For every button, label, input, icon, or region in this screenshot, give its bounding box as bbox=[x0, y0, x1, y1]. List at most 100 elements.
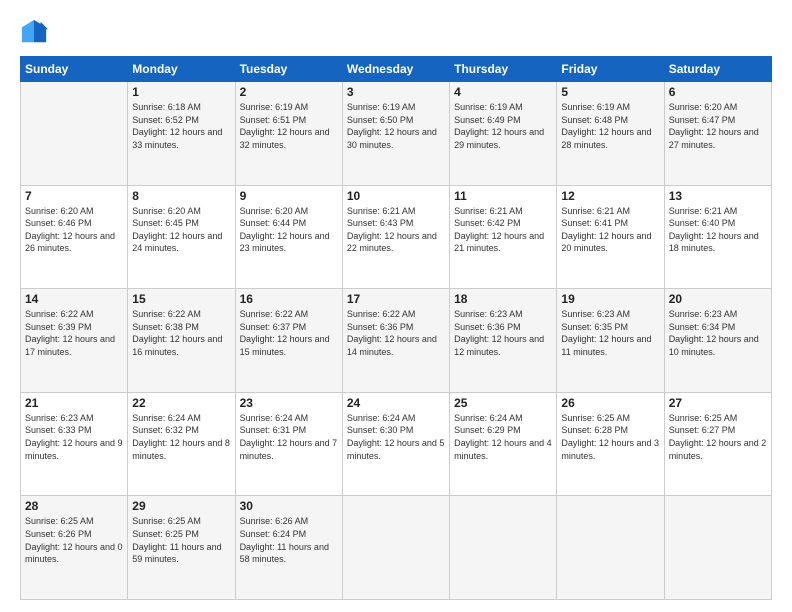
header bbox=[20, 18, 772, 46]
day-info: Sunrise: 6:21 AMSunset: 6:43 PMDaylight:… bbox=[347, 205, 445, 255]
day-number: 29 bbox=[132, 499, 230, 513]
day-number: 13 bbox=[669, 189, 767, 203]
day-number: 6 bbox=[669, 85, 767, 99]
day-number: 15 bbox=[132, 292, 230, 306]
weekday-header-sunday: Sunday bbox=[21, 57, 128, 82]
calendar-cell bbox=[450, 496, 557, 600]
day-number: 19 bbox=[561, 292, 659, 306]
calendar-cell: 17 Sunrise: 6:22 AMSunset: 6:36 PMDayligh… bbox=[342, 289, 449, 393]
day-number: 18 bbox=[454, 292, 552, 306]
day-info: Sunrise: 6:22 AMSunset: 6:39 PMDaylight:… bbox=[25, 308, 123, 358]
day-number: 1 bbox=[132, 85, 230, 99]
day-info: Sunrise: 6:21 AMSunset: 6:41 PMDaylight:… bbox=[561, 205, 659, 255]
day-info: Sunrise: 6:22 AMSunset: 6:38 PMDaylight:… bbox=[132, 308, 230, 358]
calendar-cell bbox=[342, 496, 449, 600]
calendar-cell: 28Sunrise: 6:25 AMSunset: 6:26 PMDayligh… bbox=[21, 496, 128, 600]
calendar-week-2: 7 Sunrise: 6:20 AMSunset: 6:46 PMDaylight… bbox=[21, 185, 772, 289]
calendar-cell: 29 Sunrise: 6:25 AMSunset: 6:25 PMDayligh… bbox=[128, 496, 235, 600]
day-info: Sunrise: 6:25 AMSunset: 6:28 PMDaylight:… bbox=[561, 412, 659, 462]
calendar-cell: 10 Sunrise: 6:21 AMSunset: 6:43 PMDayligh… bbox=[342, 185, 449, 289]
day-number: 26 bbox=[561, 396, 659, 410]
day-info: Sunrise: 6:25 AMSunset: 6:25 PMDaylight:… bbox=[132, 515, 230, 565]
day-number: 5 bbox=[561, 85, 659, 99]
calendar-week-5: 28Sunrise: 6:25 AMSunset: 6:26 PMDayligh… bbox=[21, 496, 772, 600]
day-number: 24 bbox=[347, 396, 445, 410]
calendar-cell: 7 Sunrise: 6:20 AMSunset: 6:46 PMDaylight… bbox=[21, 185, 128, 289]
day-info: Sunrise: 6:22 AMSunset: 6:37 PMDaylight:… bbox=[240, 308, 338, 358]
day-number: 8 bbox=[132, 189, 230, 203]
weekday-header-monday: Monday bbox=[128, 57, 235, 82]
calendar-cell: 20 Sunrise: 6:23 AMSunset: 6:34 PMDayligh… bbox=[664, 289, 771, 393]
calendar-cell: 2Sunrise: 6:19 AMSunset: 6:51 PMDaylight… bbox=[235, 82, 342, 186]
day-number: 30 bbox=[240, 499, 338, 513]
day-info: Sunrise: 6:24 AMSunset: 6:30 PMDaylight:… bbox=[347, 412, 445, 462]
calendar-cell: 11 Sunrise: 6:21 AMSunset: 6:42 PMDayligh… bbox=[450, 185, 557, 289]
day-info: Sunrise: 6:23 AMSunset: 6:36 PMDaylight:… bbox=[454, 308, 552, 358]
day-info: Sunrise: 6:25 AMSunset: 6:27 PMDaylight:… bbox=[669, 412, 767, 462]
logo-icon bbox=[20, 18, 48, 46]
day-number: 4 bbox=[454, 85, 552, 99]
day-number: 12 bbox=[561, 189, 659, 203]
calendar-cell: 15 Sunrise: 6:22 AMSunset: 6:38 PMDayligh… bbox=[128, 289, 235, 393]
logo bbox=[20, 18, 52, 46]
day-info: Sunrise: 6:20 AMSunset: 6:45 PMDaylight:… bbox=[132, 205, 230, 255]
page: SundayMondayTuesdayWednesdayThursdayFrid… bbox=[0, 0, 792, 612]
day-number: 2 bbox=[240, 85, 338, 99]
weekday-header-tuesday: Tuesday bbox=[235, 57, 342, 82]
calendar-cell: 26 Sunrise: 6:25 AMSunset: 6:28 PMDayligh… bbox=[557, 392, 664, 496]
day-info: Sunrise: 6:18 AMSunset: 6:52 PMDaylight:… bbox=[132, 101, 230, 151]
weekday-header-saturday: Saturday bbox=[664, 57, 771, 82]
day-info: Sunrise: 6:24 AMSunset: 6:29 PMDaylight:… bbox=[454, 412, 552, 462]
day-info: Sunrise: 6:19 AMSunset: 6:49 PMDaylight:… bbox=[454, 101, 552, 151]
calendar-cell: 12 Sunrise: 6:21 AMSunset: 6:41 PMDayligh… bbox=[557, 185, 664, 289]
calendar-cell bbox=[664, 496, 771, 600]
day-number: 11 bbox=[454, 189, 552, 203]
calendar-cell: 21 Sunrise: 6:23 AMSunset: 6:33 PMDayligh… bbox=[21, 392, 128, 496]
calendar-week-3: 14 Sunrise: 6:22 AMSunset: 6:39 PMDayligh… bbox=[21, 289, 772, 393]
day-number: 23 bbox=[240, 396, 338, 410]
day-number: 22 bbox=[132, 396, 230, 410]
calendar-week-1: 1 Sunrise: 6:18 AMSunset: 6:52 PMDaylight… bbox=[21, 82, 772, 186]
day-number: 14 bbox=[25, 292, 123, 306]
day-info: Sunrise: 6:20 AMSunset: 6:44 PMDaylight:… bbox=[240, 205, 338, 255]
calendar-cell: 22 Sunrise: 6:24 AMSunset: 6:32 PMDayligh… bbox=[128, 392, 235, 496]
weekday-header-row: SundayMondayTuesdayWednesdayThursdayFrid… bbox=[21, 57, 772, 82]
day-info: Sunrise: 6:22 AMSunset: 6:36 PMDaylight:… bbox=[347, 308, 445, 358]
day-info: Sunrise: 6:21 AMSunset: 6:40 PMDaylight:… bbox=[669, 205, 767, 255]
day-info: Sunrise: 6:24 AMSunset: 6:32 PMDaylight:… bbox=[132, 412, 230, 462]
calendar-cell: 1 Sunrise: 6:18 AMSunset: 6:52 PMDaylight… bbox=[128, 82, 235, 186]
calendar-cell: 18 Sunrise: 6:23 AMSunset: 6:36 PMDayligh… bbox=[450, 289, 557, 393]
day-number: 16 bbox=[240, 292, 338, 306]
day-number: 17 bbox=[347, 292, 445, 306]
calendar-cell: 3Sunrise: 6:19 AMSunset: 6:50 PMDaylight… bbox=[342, 82, 449, 186]
calendar-cell: 16 Sunrise: 6:22 AMSunset: 6:37 PMDayligh… bbox=[235, 289, 342, 393]
calendar-cell: 4 Sunrise: 6:19 AMSunset: 6:49 PMDaylight… bbox=[450, 82, 557, 186]
calendar-cell: 9 Sunrise: 6:20 AMSunset: 6:44 PMDaylight… bbox=[235, 185, 342, 289]
weekday-header-friday: Friday bbox=[557, 57, 664, 82]
day-number: 27 bbox=[669, 396, 767, 410]
day-info: Sunrise: 6:19 AMSunset: 6:48 PMDaylight:… bbox=[561, 101, 659, 151]
day-info: Sunrise: 6:23 AMSunset: 6:34 PMDaylight:… bbox=[669, 308, 767, 358]
day-number: 7 bbox=[25, 189, 123, 203]
day-number: 10 bbox=[347, 189, 445, 203]
day-info: Sunrise: 6:24 AMSunset: 6:31 PMDaylight:… bbox=[240, 412, 338, 462]
day-info: Sunrise: 6:23 AMSunset: 6:35 PMDaylight:… bbox=[561, 308, 659, 358]
day-info: Sunrise: 6:20 AMSunset: 6:47 PMDaylight:… bbox=[669, 101, 767, 151]
day-number: 9 bbox=[240, 189, 338, 203]
calendar-cell: 27 Sunrise: 6:25 AMSunset: 6:27 PMDayligh… bbox=[664, 392, 771, 496]
day-number: 28 bbox=[25, 499, 123, 513]
weekday-header-wednesday: Wednesday bbox=[342, 57, 449, 82]
day-info: Sunrise: 6:21 AMSunset: 6:42 PMDaylight:… bbox=[454, 205, 552, 255]
day-number: 21 bbox=[25, 396, 123, 410]
calendar-cell bbox=[557, 496, 664, 600]
calendar-cell: 30Sunrise: 6:26 AMSunset: 6:24 PMDayligh… bbox=[235, 496, 342, 600]
calendar-cell: 19 Sunrise: 6:23 AMSunset: 6:35 PMDayligh… bbox=[557, 289, 664, 393]
day-info: Sunrise: 6:20 AMSunset: 6:46 PMDaylight:… bbox=[25, 205, 123, 255]
calendar-cell: 8 Sunrise: 6:20 AMSunset: 6:45 PMDaylight… bbox=[128, 185, 235, 289]
day-info: Sunrise: 6:23 AMSunset: 6:33 PMDaylight:… bbox=[25, 412, 123, 462]
calendar-cell: 6 Sunrise: 6:20 AMSunset: 6:47 PMDaylight… bbox=[664, 82, 771, 186]
calendar-cell bbox=[21, 82, 128, 186]
calendar-cell: 23 Sunrise: 6:24 AMSunset: 6:31 PMDayligh… bbox=[235, 392, 342, 496]
day-number: 20 bbox=[669, 292, 767, 306]
calendar-week-4: 21 Sunrise: 6:23 AMSunset: 6:33 PMDayligh… bbox=[21, 392, 772, 496]
